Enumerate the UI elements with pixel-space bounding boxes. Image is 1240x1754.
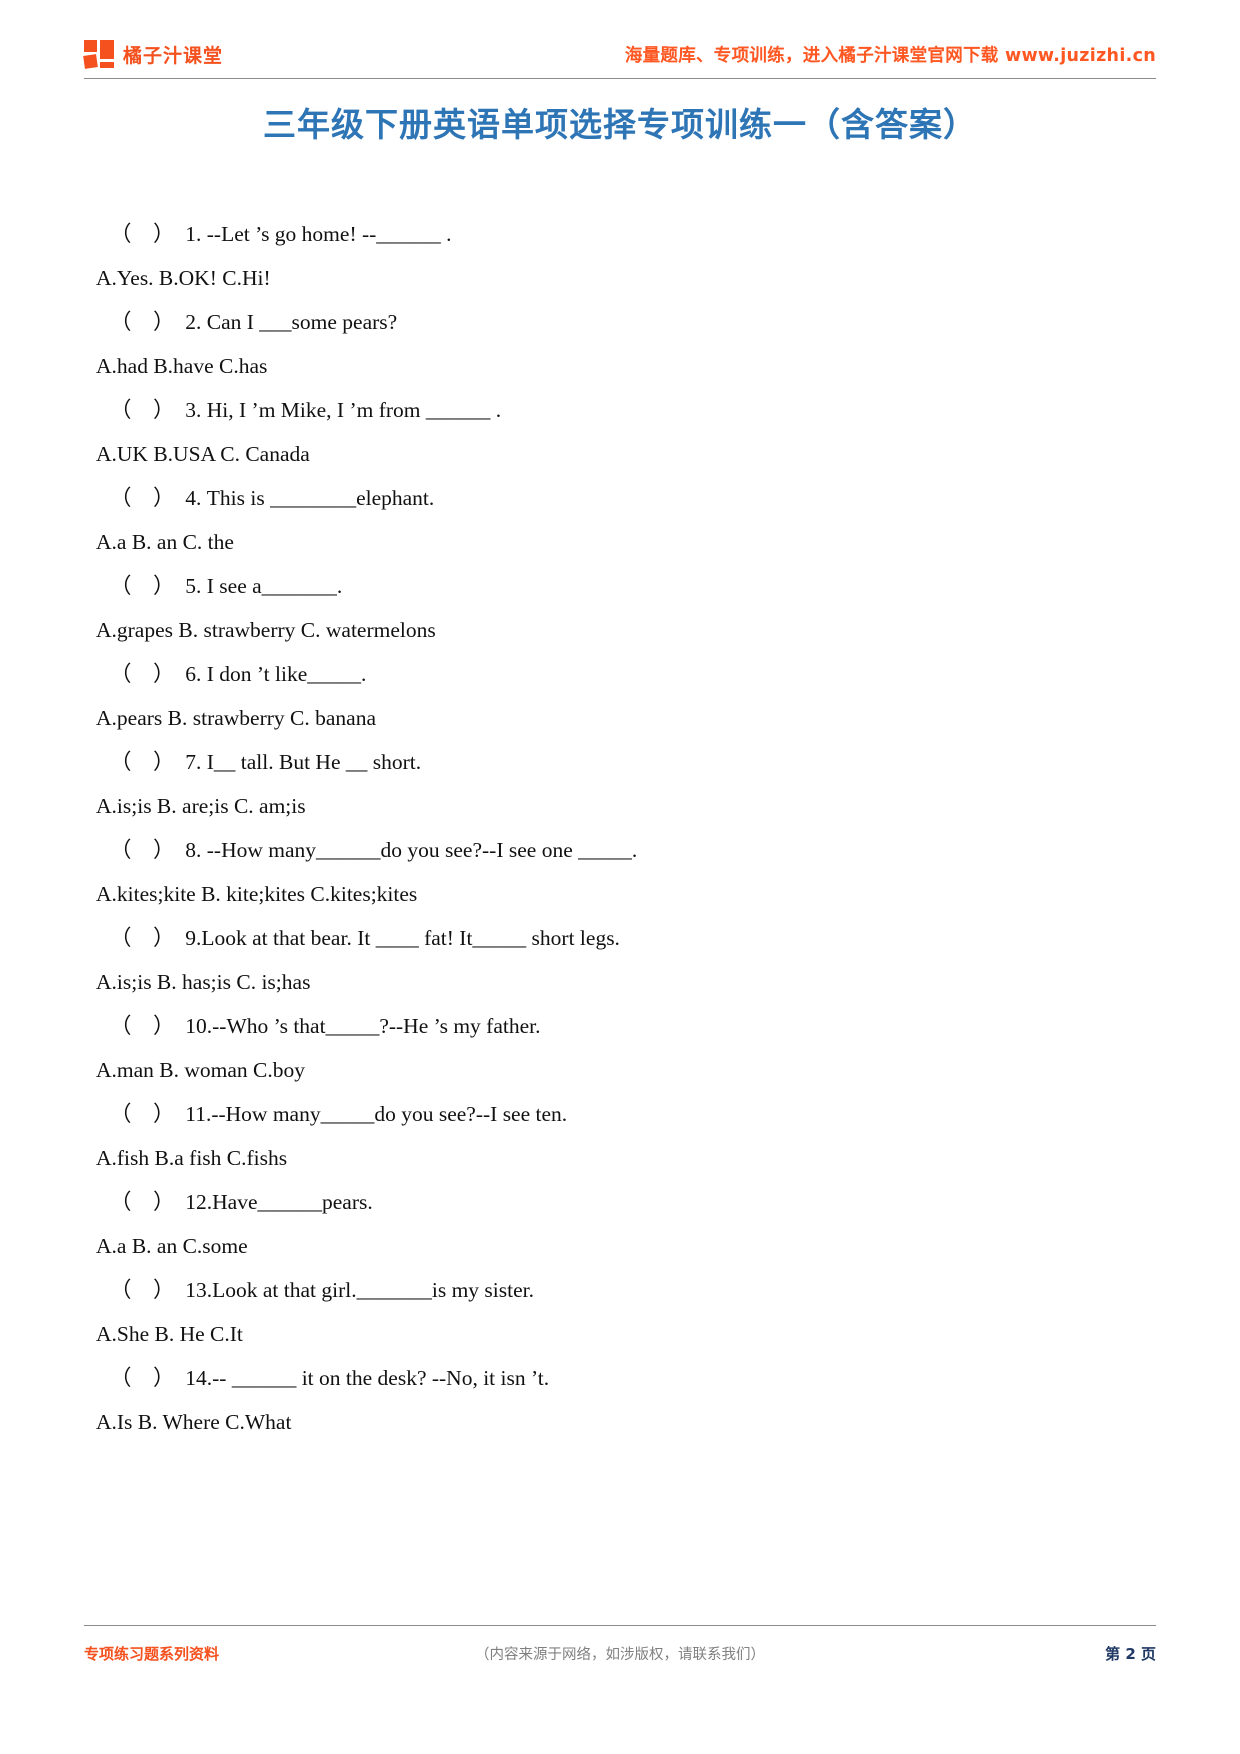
question-stem: （ ） 10.--Who ’s that_____?--He ’s my fat… <box>110 1014 541 1038</box>
question-stem: （ ） 7. I__ tall. But He __ short. <box>110 750 422 774</box>
question-options: A.had B.have C.has <box>96 354 268 378</box>
question-options: A.is;is B. has;is C. is;has <box>96 970 311 994</box>
document-page: 橘子汁课堂 海量题库、专项训练，进入橘子汁课堂官网下载 www.juzizhi.… <box>0 0 1240 1754</box>
question-options: A.man B. woman C.boy <box>96 1058 306 1082</box>
question-stem: （ ） 13.Look at that girl._______is my si… <box>110 1278 535 1302</box>
question-stem: （ ） 14.-- ______ it on the desk? --No, i… <box>110 1366 550 1390</box>
question-options: A.Yes. B.OK! C.Hi! <box>96 266 271 290</box>
brand: 橘子汁课堂 <box>83 40 224 69</box>
footer-disclaimer: （内容来源于网络，如涉版权，请联系我们） <box>475 1646 765 1663</box>
question-stem: （ ） 12.Have______pears. <box>110 1190 373 1214</box>
question-options: A.fish B.a fish C.fishs <box>96 1146 288 1170</box>
questions-list: （ ） 1. --Let ’s go home! --______ . A.Ye… <box>96 212 1146 1444</box>
footer-divider <box>84 1625 1156 1626</box>
brand-name: 橘子汁课堂 <box>123 44 224 67</box>
question-options: A.grapes B. strawberry C. watermelons <box>96 618 436 642</box>
question-options: A.kites;kite B. kite;kites C.kites;kites <box>96 882 418 906</box>
question-options: A.is;is B. are;is C. am;is <box>96 794 306 818</box>
question-stem: （ ） 1. --Let ’s go home! --______ . <box>110 222 452 246</box>
question-stem: （ ） 11.--How many_____do you see?--I see… <box>110 1102 568 1126</box>
question-options: A.a B. an C.some <box>96 1234 248 1258</box>
question-stem: （ ） 3. Hi, I ’m Mike, I ’m from ______ . <box>110 398 502 422</box>
question-options: A.She B. He C.It <box>96 1322 243 1346</box>
header-divider <box>84 78 1156 79</box>
question-stem: （ ） 5. I see a_______. <box>110 574 343 598</box>
question-stem: （ ） 6. I don ’t like_____. <box>110 662 367 686</box>
question-options: A.Is B. Where C.What <box>96 1410 292 1434</box>
question-options: A.pears B. strawberry C. banana <box>96 706 377 730</box>
question-options: A.a B. an C. the <box>96 530 234 554</box>
question-stem: （ ） 8. --How many______do you see?--I se… <box>110 838 638 862</box>
header-promo-text: 海量题库、专项训练，进入橘子汁课堂官网下载 www.juzizhi.cn <box>624 45 1156 66</box>
question-stem: （ ） 9.Look at that bear. It ____ fat! It… <box>110 926 620 950</box>
question-stem: （ ） 2. Can I ___some pears? <box>110 310 398 334</box>
page-footer: 专项练习题系列资料 （内容来源于网络，如涉版权，请联系我们） 第 2 页 <box>84 1638 1156 1668</box>
page-header: 橘子汁课堂 海量题库、专项训练，进入橘子汁课堂官网下载 www.juzizhi.… <box>83 30 1156 78</box>
question-stem: （ ） 4. This is ________elephant. <box>110 486 435 510</box>
four-square-logo-icon <box>83 40 114 69</box>
page-title: 三年级下册英语单项选择专项训练一（含答案） <box>263 105 977 144</box>
question-options: A.UK B.USA C. Canada <box>96 442 310 466</box>
